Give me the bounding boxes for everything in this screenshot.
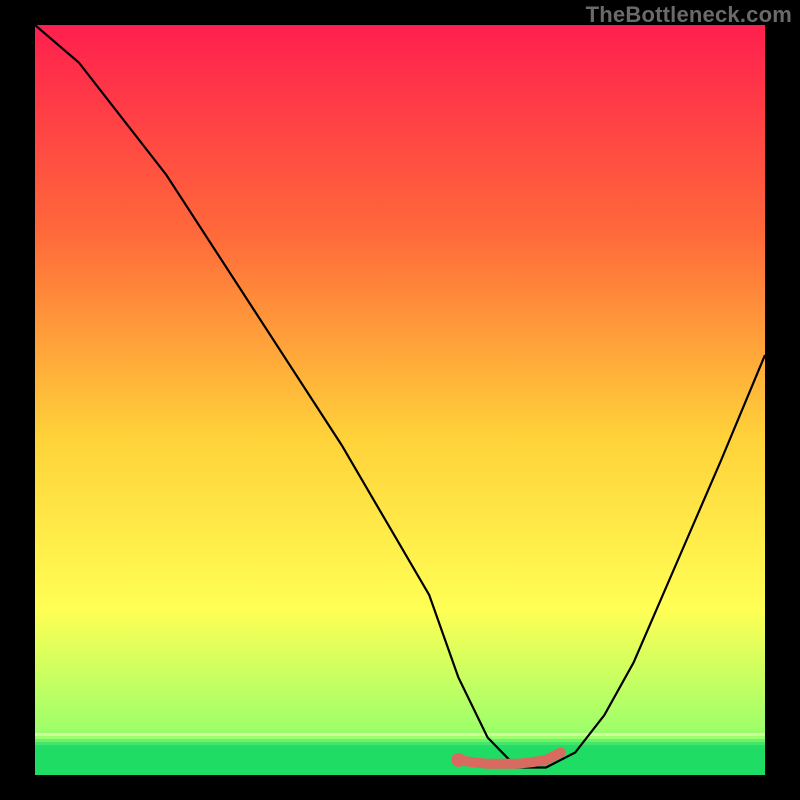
green-band-stripes [35, 733, 765, 775]
chart-frame: TheBottleneck.com [0, 0, 800, 800]
plot-background [35, 25, 765, 775]
bottleneck-chart [35, 25, 765, 775]
optimal-marker-dot [451, 753, 465, 767]
watermark-text: TheBottleneck.com [586, 2, 792, 28]
